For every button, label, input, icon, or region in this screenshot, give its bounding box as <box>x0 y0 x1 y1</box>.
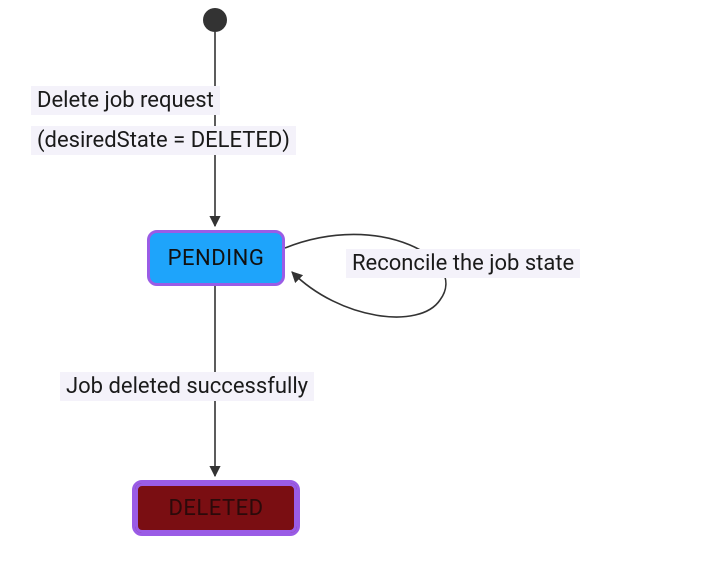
state-diagram: PENDING DELETED Delete job request (desi… <box>0 0 706 572</box>
initial-state-icon <box>203 8 227 32</box>
state-deleted: DELETED <box>132 480 300 536</box>
transition-label-deleted: Job deleted successfully <box>60 372 314 401</box>
transition-label-delete-request-line2: (desiredState = DELETED) <box>31 126 296 155</box>
state-pending: PENDING <box>147 230 285 286</box>
transition-label-reconcile: Reconcile the job state <box>346 249 580 278</box>
state-deleted-label: DELETED <box>168 496 263 521</box>
state-pending-label: PENDING <box>168 246 265 271</box>
transition-label-delete-request-line1: Delete job request <box>31 86 220 115</box>
